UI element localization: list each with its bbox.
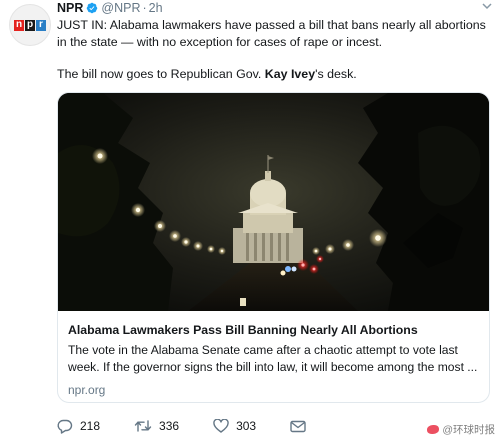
- reply-count: 218: [80, 419, 101, 433]
- retweet-count: 336: [159, 419, 180, 433]
- avatar-letter-r: r: [36, 19, 46, 31]
- avatar-letter-n: n: [14, 19, 24, 31]
- card-title[interactable]: Alabama Lawmakers Pass Bill Banning Near…: [68, 322, 478, 338]
- card-domain[interactable]: npr.org: [68, 383, 478, 397]
- retweet-button[interactable]: 336: [134, 419, 179, 433]
- capitol-night-photo: [58, 93, 489, 311]
- tweet-text: JUST IN: Alabama lawmakers have passed a…: [57, 17, 493, 83]
- author-name[interactable]: NPR: [57, 1, 83, 15]
- card-description: The vote in the Alabama Senate came afte…: [68, 343, 478, 374]
- like-button[interactable]: 303: [213, 419, 256, 433]
- author-handle[interactable]: @NPR: [101, 1, 140, 15]
- card-image[interactable]: [58, 93, 489, 311]
- chevron-down-icon[interactable]: [481, 0, 493, 12]
- heart-icon: [213, 419, 229, 433]
- tweet-text-after-mention: 's desk.: [315, 67, 357, 81]
- link-card[interactable]: Alabama Lawmakers Pass Bill Banning Near…: [57, 92, 490, 403]
- tweet-text-line1: JUST IN: Alabama lawmakers have passed a…: [57, 18, 486, 49]
- watermark-text: @环球时报: [442, 424, 495, 436]
- reply-icon: [57, 419, 73, 434]
- tweet-header: NPR @NPR · 2h: [57, 1, 163, 15]
- tweet-text-line2: The bill now goes to Republican Gov. Kay…: [57, 66, 493, 83]
- weibo-logo-icon: [427, 425, 440, 434]
- tweet-text-before-mention: The bill now goes to Republican Gov.: [57, 67, 262, 81]
- like-count: 303: [236, 419, 257, 433]
- separator-dot: ·: [142, 1, 147, 15]
- reply-button[interactable]: 218: [57, 419, 100, 434]
- direct-message-button[interactable]: [290, 420, 313, 433]
- tweet-timestamp[interactable]: 2h: [149, 1, 163, 15]
- retweet-icon: [134, 420, 152, 432]
- avatar-letter-p: p: [25, 19, 35, 31]
- verified-badge-icon: [87, 2, 98, 14]
- weibo-watermark: @环球时报: [427, 422, 495, 437]
- npr-avatar[interactable]: n p r: [9, 4, 51, 46]
- envelope-icon: [290, 420, 306, 432]
- mention-kay-ivey[interactable]: Kay Ivey: [265, 67, 315, 81]
- card-text: Alabama Lawmakers Pass Bill Banning Near…: [68, 322, 478, 397]
